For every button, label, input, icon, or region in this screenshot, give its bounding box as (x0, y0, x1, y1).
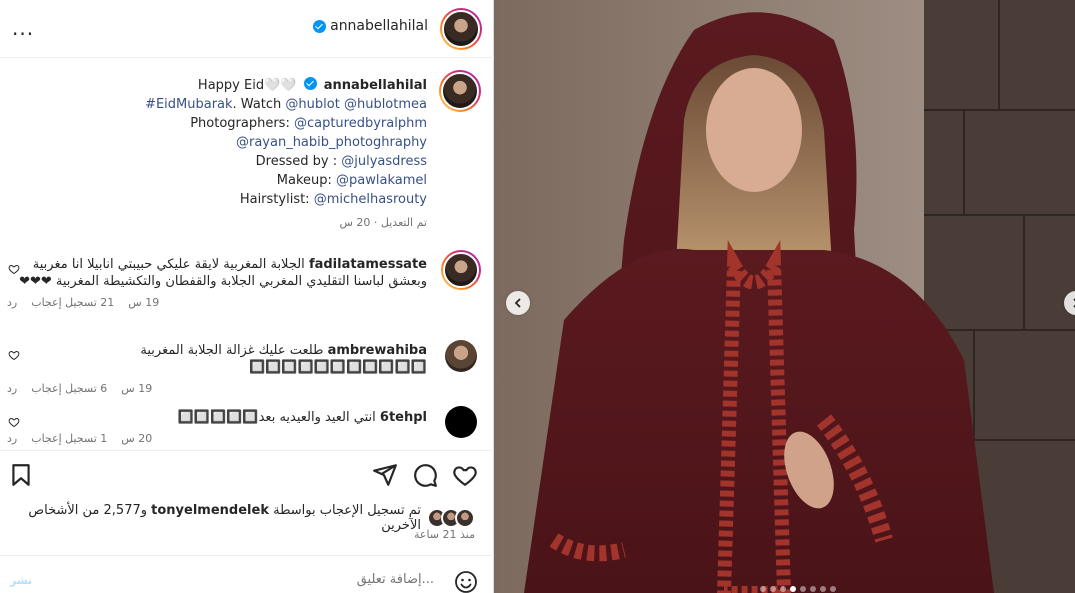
post-caption: Happy Eid🤍🤍 annabellahilal #EidMubarak. … (47, 76, 427, 232)
likes-text[interactable]: تم تسجيل الإعجاب بواسطة tonyelmendelek و… (0, 503, 421, 533)
verified-badge-icon (313, 19, 327, 33)
likes-summary: تم تسجيل الإعجاب بواسطة tonyelmendelek و… (0, 503, 475, 533)
comment-3-body: 6tehpl انتي العيد والعيديه بعد🔲🔲🔲🔲🔲 (7, 409, 427, 426)
comment-1-username[interactable]: fadilatamessate (309, 257, 427, 272)
comment-1-avatar-image (443, 252, 479, 288)
post-header: ... annabellahilal (0, 0, 494, 58)
comment-2-username[interactable]: ambrewahiba (328, 343, 427, 358)
actions-divider (0, 450, 494, 451)
post-photo[interactable] (494, 0, 1075, 593)
bookmark-icon[interactable] (8, 462, 34, 488)
comment-2-avatar[interactable] (445, 340, 477, 372)
carousel-dot (790, 586, 796, 592)
mention-photographer-2[interactable]: @rayan_habib_photoghraphy (236, 135, 427, 150)
comment-1-meta: 19 س 21 تسجيل إعجاب رد (7, 294, 427, 311)
comment-1-like-icon[interactable] (8, 263, 20, 275)
comment-3-reply[interactable]: رد (7, 430, 17, 447)
comment-1: fadilatamessate الجلابة المغربية لايقة ع… (7, 256, 427, 311)
carousel-prev-button[interactable] (506, 291, 530, 315)
comment-2-reply[interactable]: رد (7, 380, 17, 397)
header-username-text[interactable]: annabellahilal (330, 18, 428, 34)
mention-makeup[interactable]: @pawlakamel (336, 173, 427, 188)
liked-by-avatar (455, 508, 475, 528)
comment-2-like-icon[interactable] (8, 349, 20, 361)
caption-greeting: Happy Eid🤍🤍 (197, 78, 297, 93)
caption-watch-text: . Watch (232, 97, 286, 112)
caption-line-5: Dressed by : @julyasdress (47, 152, 427, 171)
post-photo-image (494, 0, 1075, 593)
comment-2: ambrewahiba طلعت عليك غزالة الجلابة المغ… (7, 342, 427, 397)
comment-3-text: انتي العيد والعيديه بعد🔲🔲🔲🔲🔲 (177, 410, 376, 425)
comment-2-time: 19 س (121, 382, 153, 395)
header-avatar-image (442, 10, 480, 48)
hair-label: Hairstylist: (239, 192, 314, 207)
heart-icon[interactable] (452, 462, 478, 488)
caption-avatar[interactable] (439, 70, 481, 112)
comment-3-username[interactable]: 6tehpl (380, 410, 427, 425)
mention-hairstylist[interactable]: @michelhasrouty (314, 192, 427, 207)
more-options-button[interactable]: ... (12, 17, 34, 39)
mention-photographer-1[interactable]: @capturedbyralphm (294, 116, 427, 131)
caption-username[interactable]: annabellahilal (324, 78, 427, 93)
comment-3: 6tehpl انتي العيد والعيديه بعد🔲🔲🔲🔲🔲 20 س… (7, 409, 427, 447)
carousel-dot (770, 586, 776, 592)
caption-avatar-image (441, 72, 479, 110)
comment-2-likes[interactable]: 6 تسجيل إعجاب (31, 380, 107, 397)
comment-3-time: 20 س (121, 432, 153, 445)
comment-icon[interactable] (412, 462, 438, 488)
hashtag-link[interactable]: #EidMubarak (145, 97, 232, 112)
makeup-label: Makeup: (276, 173, 337, 188)
share-icon[interactable] (372, 462, 398, 488)
carousel-dot (830, 586, 836, 592)
comment-3-likes[interactable]: 1 تسجيل إعجاب (31, 430, 107, 447)
caption-line-4: @rayan_habib_photoghraphy (47, 133, 427, 152)
comment-3-meta: 20 س 1 تسجيل إعجاب رد (7, 430, 427, 447)
comment-1-likes[interactable]: 21 تسجيل إعجاب (31, 294, 114, 311)
carousel-dot (820, 586, 826, 592)
comment-input[interactable] (74, 570, 434, 588)
caption-edited-time: تم التعديل · 20 س (339, 216, 427, 229)
comment-1-avatar[interactable] (441, 250, 481, 290)
photographers-label: Photographers: (190, 116, 294, 131)
mention-dressed-by[interactable]: @julyasdress (341, 154, 427, 169)
caption-line-7: Hairstylist: @michelhasrouty (47, 190, 427, 209)
carousel-dot (810, 586, 816, 592)
comment-2-body: ambrewahiba طلعت عليك غزالة الجلابة المغ… (7, 342, 427, 376)
chevron-right-icon (1073, 298, 1075, 308)
liked-by-avatars (427, 508, 475, 528)
carousel-dot (760, 586, 766, 592)
mention-hublotmea[interactable]: @hublotmea (344, 97, 427, 112)
caption-verified-icon (303, 77, 317, 90)
comment-3-avatar[interactable] (445, 406, 477, 438)
likes-user[interactable]: tonyelmendelek (151, 503, 269, 518)
post-comment-button[interactable]: نشر (10, 574, 32, 587)
dressed-label: Dressed by : (255, 154, 342, 169)
caption-line-6: Makeup: @pawlakamel (47, 171, 427, 190)
mention-hublot[interactable]: @hublot (285, 97, 339, 112)
add-comment-bar: نشر (0, 555, 494, 593)
post-details-panel: ... annabellahilal Happy Eid🤍🤍 annabella… (0, 0, 494, 593)
comment-1-reply[interactable]: رد (7, 294, 17, 311)
emoji-icon[interactable] (454, 570, 478, 593)
header-avatar[interactable] (440, 8, 482, 50)
post-actions (0, 456, 494, 496)
likes-prefix: تم تسجيل الإعجاب بواسطة (268, 503, 421, 518)
post-timestamp: منذ 21 ساعة (413, 528, 475, 541)
header-username[interactable]: annabellahilal (313, 18, 428, 34)
caption-line-3: Photographers: @capturedbyralphm (47, 114, 427, 133)
caption-line-2: #EidMubarak. Watch @hublot @hublotmea (47, 95, 427, 114)
chevron-left-icon (514, 298, 521, 308)
comment-1-body: fadilatamessate الجلابة المغربية لايقة ع… (7, 256, 427, 290)
caption-line-1: Happy Eid🤍🤍 annabellahilal (47, 76, 427, 95)
carousel-dot (780, 586, 786, 592)
comment-1-time: 19 س (128, 296, 160, 309)
comment-3-like-icon[interactable] (8, 416, 20, 428)
comment-2-meta: 19 س 6 تسجيل إعجاب رد (7, 380, 427, 397)
carousel-indicators (760, 586, 836, 592)
carousel-dot (800, 586, 806, 592)
